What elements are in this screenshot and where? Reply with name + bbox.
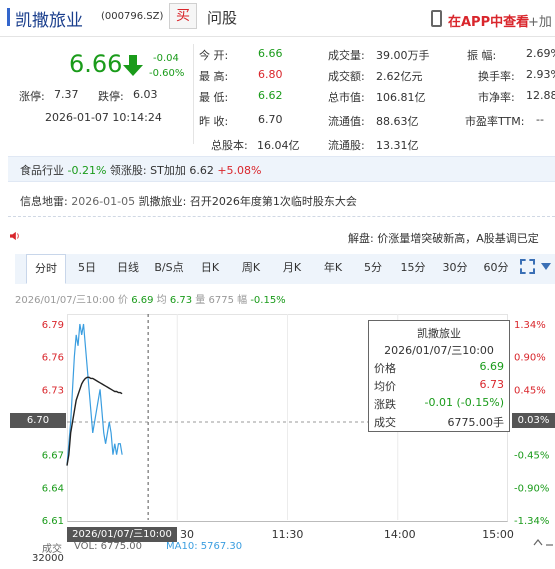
intraday-chart[interactable]: 6.79 1.34% 6.76 0.90% 6.73 0.45% 6.67 -0.45% 6.6… <box>0 0 555 569</box>
tooltip-chg-row: 涨跌 -0.01 (-0.15%) <box>374 396 504 412</box>
y-tick-label: 6.79 <box>42 320 64 331</box>
tooltip-avg-label: 均价 <box>374 380 396 393</box>
tooltip-chg: -0.01 (-0.15%) <box>424 396 504 409</box>
volume-scale-label: 32000 <box>32 553 64 564</box>
tooltip-avg: 6.73 <box>479 378 505 391</box>
tooltip-vol-label: 成交 <box>374 416 396 429</box>
tooltip-price: 6.69 <box>479 360 505 373</box>
x-tick-label: 14:00 <box>384 528 416 541</box>
collapse-chevron-icon[interactable] <box>532 535 554 549</box>
x-tick-label: 30 <box>180 528 194 541</box>
crosshair-price-label: 6.70 <box>10 413 66 428</box>
tooltip-price-label: 价格 <box>374 362 396 375</box>
price-tooltip: 凯撒旅业 2026/01/07/三10:00 价格 6.69 均价 6.73 涨… <box>368 320 510 432</box>
tooltip-vol: 6775.00手 <box>447 416 505 429</box>
pct-tick-label: 0.45% <box>514 385 546 396</box>
pct-tick-label: -1.34% <box>514 516 549 527</box>
crosshair-time-label: 2026/01/07/三10:00 <box>67 527 177 542</box>
tooltip-price-row: 价格 6.69 <box>374 360 504 376</box>
pct-tick-label: -0.45% <box>514 451 549 462</box>
y-tick-label: 6.73 <box>42 385 64 396</box>
tooltip-title: 凯撒旅业 <box>417 327 461 340</box>
volume-readout: VOL: 6775.00 <box>74 541 143 552</box>
y-tick-label: 6.67 <box>42 451 64 462</box>
y-tick-label: 6.76 <box>42 353 64 364</box>
tooltip-time: 2026/01/07/三10:00 <box>384 344 494 357</box>
tooltip-chg-label: 涨跌 <box>374 398 396 411</box>
y-tick-label: 6.61 <box>42 516 64 527</box>
tooltip-avg-row: 均价 6.73 <box>374 378 504 394</box>
y-tick-label: 6.64 <box>42 483 64 494</box>
crosshair-pct-label: 0.03% <box>512 413 555 428</box>
ma10-readout: MA10: 5767.30 <box>166 541 243 552</box>
pct-tick-label: 0.90% <box>514 353 546 364</box>
x-tick-label: 11:30 <box>272 528 304 541</box>
tooltip-vol-row: 成交 6775.00手 <box>374 414 504 430</box>
price-line <box>66 323 123 466</box>
pct-tick-label: -0.90% <box>514 483 549 494</box>
x-tick-label: 15:00 <box>482 528 514 541</box>
pct-tick-label: 1.34% <box>514 320 546 331</box>
